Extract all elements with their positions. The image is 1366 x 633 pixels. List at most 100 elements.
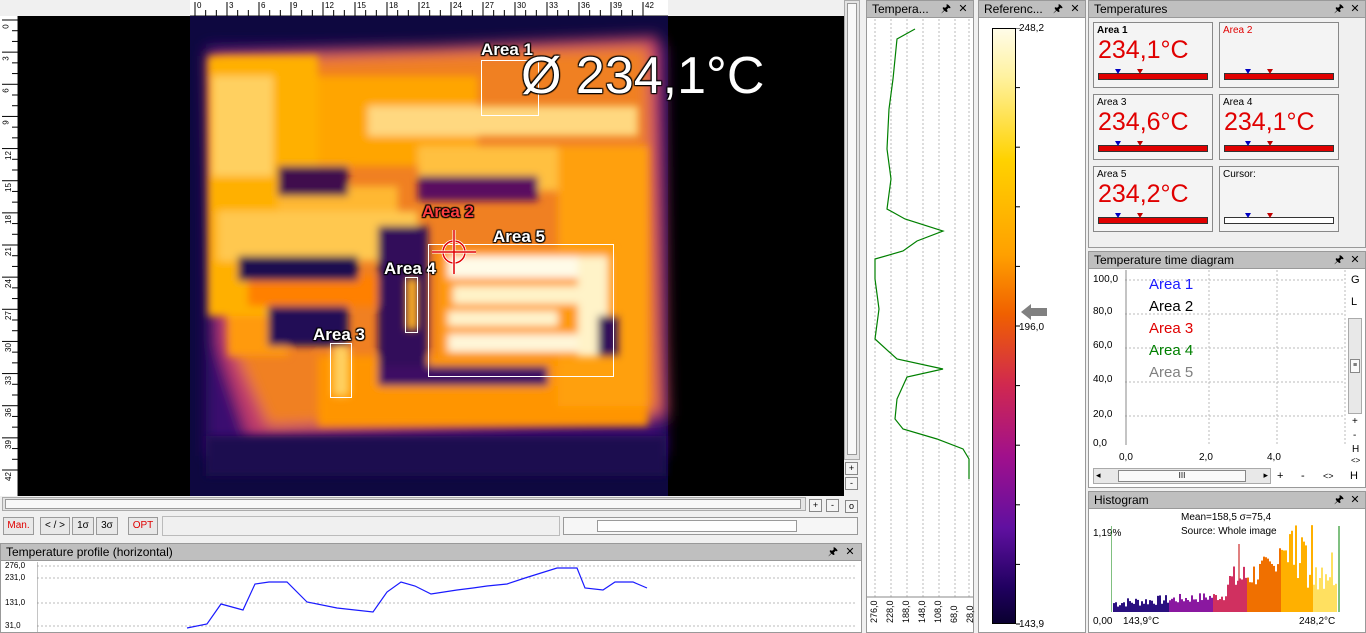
- area-4-box[interactable]: [405, 277, 418, 333]
- top-ruler-label: 24: [453, 1, 462, 10]
- zoom-out-button-bottom[interactable]: -: [826, 499, 839, 512]
- histogram-bar: [1185, 597, 1187, 612]
- left-ruler-label: 12: [3, 150, 13, 160]
- td-bottom-lr[interactable]: <>: [1323, 471, 1334, 481]
- histogram-bar: [1123, 602, 1125, 612]
- pin-icon[interactable]: 🖈: [1333, 492, 1345, 508]
- histogram-bar: [1155, 604, 1157, 612]
- histogram-bar: [1135, 598, 1137, 612]
- area-1-average-readout: Ø 234,1°C: [521, 47, 765, 105]
- histogram-bar: [1317, 589, 1319, 612]
- histogram-bar: [1303, 541, 1305, 612]
- histogram-bar: [1311, 525, 1313, 612]
- histogram-bar: [1319, 578, 1321, 612]
- histogram-title: Histogram: [1094, 493, 1149, 507]
- td-vertical-scrollbar[interactable]: ≡: [1348, 318, 1362, 414]
- td-bottom-h[interactable]: H: [1350, 470, 1358, 482]
- histogram-bar: [1157, 595, 1159, 612]
- graph-button[interactable]: G: [1351, 274, 1360, 286]
- histogram-bar: [1237, 580, 1239, 612]
- temp-cell-area-1[interactable]: Area 1 234,1°C: [1093, 22, 1213, 88]
- histogram-bar: [1171, 598, 1173, 612]
- histogram-bar: [1273, 565, 1275, 612]
- histogram-bar: [1223, 600, 1225, 612]
- opt-button[interactable]: OPT: [128, 517, 158, 535]
- histogram-bar: [1285, 550, 1287, 612]
- temp-cell-value: 234,6°C: [1098, 108, 1189, 136]
- manual-range-button[interactable]: Man.: [3, 517, 34, 535]
- histogram-bar: [1233, 566, 1235, 612]
- histogram-bar: [1217, 600, 1219, 612]
- zoom-in-button-bottom[interactable]: +: [809, 499, 822, 512]
- crosshair-icon[interactable]: [432, 230, 476, 274]
- td-xtick-2: 4,0: [1267, 452, 1281, 463]
- left-ruler-label: 18: [3, 214, 13, 224]
- pin-icon[interactable]: 🖈: [827, 544, 839, 560]
- pin-icon[interactable]: 🖈: [1052, 1, 1064, 17]
- close-icon[interactable]: ✕: [1349, 1, 1361, 17]
- area-3-box[interactable]: [330, 343, 352, 398]
- legend-button[interactable]: L: [1351, 296, 1357, 308]
- zoom-out-button-right[interactable]: -: [845, 477, 858, 490]
- td-bottom-plus[interactable]: +: [1277, 470, 1283, 482]
- close-icon[interactable]: ✕: [1349, 252, 1361, 268]
- histogram-bar: [1115, 602, 1117, 612]
- td-minus-button[interactable]: -: [1353, 430, 1356, 441]
- histogram-bar: [1127, 598, 1129, 612]
- color-scale-bar[interactable]: [992, 28, 1016, 624]
- pointer-arrow-icon[interactable]: [1021, 304, 1049, 320]
- histogram-bar: [1211, 597, 1213, 612]
- histogram-bar: [1321, 567, 1323, 612]
- close-icon[interactable]: ✕: [1349, 492, 1361, 508]
- three-sigma-button[interactable]: 3σ: [96, 517, 118, 535]
- swap-range-button[interactable]: < / >: [40, 517, 70, 535]
- vertical-scroll-thumb[interactable]: [847, 3, 857, 455]
- td-vertical-thumb[interactable]: ≡: [1350, 359, 1360, 373]
- temp-cell-area-3[interactable]: Area 3 234,6°C: [1093, 94, 1213, 160]
- histogram-x-min: 143,9°C: [1123, 616, 1160, 627]
- temp-cell-name: Area 4: [1223, 97, 1253, 108]
- close-icon[interactable]: ✕: [844, 544, 856, 560]
- temp-cell-area-5[interactable]: Area 5 234,2°C: [1093, 166, 1213, 232]
- temp-cell-area-4[interactable]: Area 4 234,1°C: [1219, 94, 1339, 160]
- histogram-bar: [1161, 603, 1163, 612]
- range-slider[interactable]: [563, 517, 858, 535]
- histogram-bar: [1209, 595, 1211, 612]
- histogram-bar: [1293, 564, 1295, 612]
- td-horizontal-thumb[interactable]: III: [1118, 470, 1246, 482]
- pin-icon[interactable]: 🖈: [1333, 1, 1345, 17]
- histogram-bar: [1325, 574, 1327, 612]
- zoom-in-button-right[interactable]: +: [845, 462, 858, 475]
- td-ytick-4: 20,0: [1093, 409, 1113, 420]
- range-slider-handle[interactable]: [597, 520, 797, 532]
- temp-cell-area-2[interactable]: Area 2: [1219, 22, 1339, 88]
- temp-cell-bar: [1224, 141, 1334, 152]
- histogram-bar: [1207, 599, 1209, 612]
- left-ruler-label: 6: [1, 88, 11, 94]
- pin-icon[interactable]: 🖈: [940, 1, 952, 17]
- temp-cell-name: Area 3: [1097, 97, 1127, 108]
- time-diagram-legend: Area 1 Area 2 Area 3 Area 4 Area 5: [1149, 276, 1249, 396]
- histogram-bar: [1125, 606, 1127, 612]
- close-icon[interactable]: ✕: [957, 1, 969, 17]
- histogram-bar: [1287, 562, 1289, 612]
- scroll-right-icon[interactable]: ▸: [1263, 470, 1268, 481]
- horizontal-scroll-thumb[interactable]: [5, 499, 801, 509]
- top-ruler-label: 27: [485, 1, 494, 10]
- temp-cell-cursor[interactable]: Cursor:: [1219, 166, 1339, 232]
- thermal-image[interactable]: Area 1 Ø 234,1°C Area 3 Area 4 Area 5 Ar…: [18, 16, 844, 496]
- td-horizontal-scrollbar[interactable]: ◂ III ▸: [1093, 468, 1271, 484]
- image-vertical-scrollbar[interactable]: [844, 0, 860, 460]
- td-plus-button[interactable]: +: [1352, 416, 1358, 427]
- left-ruler: 0 3 6 9 12 15 18 21 24 27 30 33 36 39 42: [0, 16, 18, 496]
- scroll-left-icon[interactable]: ◂: [1096, 470, 1101, 481]
- td-bottom-minus[interactable]: -: [1301, 470, 1305, 482]
- one-sigma-button[interactable]: 1σ: [72, 517, 94, 535]
- zoom-reset-button-right[interactable]: o: [845, 500, 858, 513]
- pin-icon[interactable]: 🖈: [1333, 252, 1345, 268]
- thermal-panel: 0 3 6 9 12 15 18 21 24 27 30 33 36 39 42 0 3 6 9 12 15 18 21 2…: [0, 0, 862, 540]
- image-horizontal-scrollbar[interactable]: [2, 497, 806, 511]
- td-height-button[interactable]: H: [1352, 444, 1359, 455]
- close-icon[interactable]: ✕: [1069, 1, 1081, 17]
- td-lr-button[interactable]: <>: [1351, 456, 1360, 465]
